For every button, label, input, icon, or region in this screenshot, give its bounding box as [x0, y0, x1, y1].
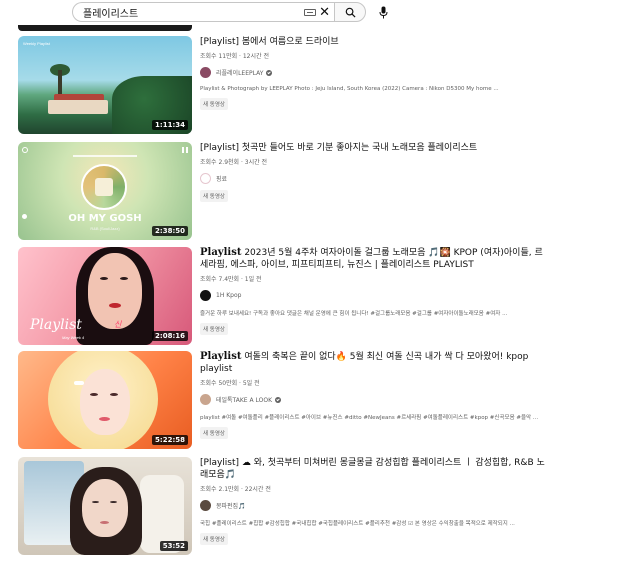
channel-name[interactable]: 몽파펀집🎵 — [216, 501, 246, 510]
verified-icon — [275, 396, 282, 403]
video-thumbnail[interactable]: Playlist 신 May Week 4 2:08:16 — [18, 247, 192, 345]
channel-avatar[interactable] — [200, 173, 211, 184]
channel-name[interactable]: 핑료 — [216, 174, 227, 183]
video-thumbnail[interactable]: OH MY GOSH R&B (Soul/Jazz) 2:38:50 — [18, 142, 192, 240]
thumbnail-art — [80, 369, 130, 435]
thumbnail-art — [73, 155, 137, 157]
verified-icon — [266, 69, 273, 76]
thumbnail-art — [120, 277, 128, 280]
video-title[interactable]: Playlist 여돌의 축복은 끝이 없다🔥 5월 최신 여돌 신곡 내가 싹… — [200, 351, 550, 375]
new-video-badge: 새 동영상 — [200, 323, 228, 335]
thumbnail-caption: Weekly Playlist — [23, 41, 50, 46]
video-description: 즐거운 하루 보내세요! 구독과 좋아요 댓글은 채널 운영에 큰 힘이 됩니다… — [200, 311, 508, 317]
search-icon — [345, 7, 356, 18]
video-thumbnail[interactable]: Weekly Playlist 1:11:34 — [18, 36, 192, 134]
previous-result-thumbnail-edge — [18, 25, 192, 31]
video-result[interactable]: 53:52 [Playlist] ☁ 와, 첫곡부터 미쳐버린 몽글몽글 감성힙… — [18, 457, 628, 557]
thumbnail-art — [100, 521, 109, 524]
keyboard-icon[interactable] — [304, 9, 316, 16]
thumbnail-art — [92, 501, 99, 503]
power-icon — [22, 147, 28, 153]
thumbnail-art — [95, 178, 113, 196]
new-video-badge: 새 동영상 — [200, 98, 228, 110]
thumbnail-art — [82, 479, 128, 537]
channel-avatar[interactable] — [200, 394, 211, 405]
video-title[interactable]: Playlist 2023년 5월 4주차 여자아이돌 걸그룹 노래모음 🎵🎇 … — [200, 247, 550, 271]
video-description: 국힙 #플레이리스트 #힙합 #감성힙합 #국내힙합 #국힙플레이리스트 #플리… — [200, 521, 515, 527]
search-input[interactable] — [83, 6, 283, 18]
video-result[interactable]: OH MY GOSH R&B (Soul/Jazz) 2:38:50 [Play… — [18, 142, 628, 242]
video-duration: 2:38:50 — [152, 226, 188, 236]
search-box[interactable]: ✕ — [72, 2, 334, 22]
video-thumbnail[interactable]: 53:52 — [18, 457, 192, 555]
video-meta: 조회수 50만회 · 5일 전 — [200, 380, 260, 387]
thumbnail-art — [74, 381, 84, 385]
video-info: [Playlist] ☁ 와, 첫곡부터 미쳐버린 몽글몽글 감성힙합 플레이리… — [200, 457, 550, 546]
channel-row[interactable]: 리플레이LEEPLAY — [200, 67, 550, 78]
channel-avatar[interactable] — [200, 500, 211, 511]
video-meta: 조회수 11만회 · 12시간 전 — [200, 53, 269, 60]
thumbnail-art — [48, 100, 108, 114]
new-video-badge: 새 동영상 — [200, 427, 228, 439]
voice-search-button[interactable] — [376, 4, 390, 20]
thumbnail-art — [110, 393, 118, 396]
search-bar: ✕ — [72, 2, 390, 22]
thumbnail-big-text: OH MY GOSH — [68, 213, 142, 224]
video-info: [Playlist] 봄에서 여름으로 드라이브 조회수 11만회 · 12시간… — [200, 36, 550, 111]
video-meta: 조회수 7.4만회 · 1일 전 — [200, 276, 262, 283]
microphone-icon — [379, 6, 387, 18]
channel-avatar[interactable] — [200, 290, 211, 301]
video-description: Playlist & Photograph by LEEPLAY Photo :… — [200, 86, 499, 92]
video-title[interactable]: [Playlist] 첫곡만 들어도 바로 기분 좋아지는 국내 노래모음 플레… — [200, 142, 550, 154]
video-duration: 5:22:58 — [152, 435, 188, 445]
video-meta: 조회수 2.1만회 · 22시간 전 — [200, 486, 271, 493]
thumbnail-script-text: Playlist — [30, 317, 82, 333]
channel-row[interactable]: 핑료 — [200, 173, 550, 184]
clear-icon[interactable]: ✕ — [319, 5, 330, 19]
channel-name[interactable]: 테일톡TAKE A LOOK — [216, 395, 272, 404]
thumbnail-art — [88, 253, 142, 329]
thumbnail-art — [109, 303, 121, 308]
channel-avatar[interactable] — [200, 67, 211, 78]
video-result[interactable]: Playlist 신 May Week 4 2:08:16 Playlist 2… — [18, 247, 628, 347]
share-icon — [22, 214, 27, 219]
video-duration: 2:08:16 — [152, 331, 188, 341]
search-button[interactable] — [334, 2, 366, 22]
video-meta: 조회수 2.9천회 · 3시간 전 — [200, 159, 268, 166]
video-result[interactable]: 5:22:58 Playlist 여돌의 축복은 끝이 없다🔥 5월 최신 여돌… — [18, 351, 628, 451]
channel-name[interactable]: 1H Kpop — [216, 292, 241, 299]
video-info: [Playlist] 첫곡만 들어도 바로 기분 좋아지는 국내 노래모음 플레… — [200, 142, 550, 203]
video-title[interactable]: [Playlist] 봄에서 여름으로 드라이브 — [200, 36, 550, 48]
equalizer-icon — [182, 147, 188, 153]
album-cover — [81, 164, 127, 210]
video-duration: 53:52 — [159, 541, 188, 551]
channel-name[interactable]: 리플레이LEEPLAY — [216, 68, 263, 77]
video-title[interactable]: [Playlist] ☁ 와, 첫곡부터 미쳐버린 몽글몽글 감성힙합 플레이리… — [200, 457, 550, 481]
new-video-badge: 새 동영상 — [200, 533, 228, 545]
thumbnail-art — [99, 417, 110, 421]
channel-row[interactable]: 몽파펀집🎵 — [200, 500, 550, 511]
video-info: Playlist 2023년 5월 4주차 여자아이돌 걸그룹 노래모음 🎵🎇 … — [200, 247, 550, 336]
new-video-badge: 새 동영상 — [200, 190, 228, 202]
video-result[interactable]: Weekly Playlist 1:11:34 [Playlist] 봄에서 여… — [18, 36, 628, 136]
thumbnail-script-text: 신 — [114, 320, 122, 329]
thumbnail-art — [100, 277, 108, 280]
thumbnail-art — [90, 393, 98, 396]
video-description: playlist #여돌 #여돌플리 #플레이리스트 #아이브 #뉴진스 #di… — [200, 415, 539, 421]
thumbnail-sub-text: May Week 4 — [62, 335, 85, 340]
video-duration: 1:11:34 — [152, 120, 188, 130]
channel-row[interactable]: 1H Kpop — [200, 290, 550, 301]
thumbnail-art — [110, 501, 117, 503]
video-thumbnail[interactable]: 5:22:58 — [18, 351, 192, 449]
channel-row[interactable]: 테일톡TAKE A LOOK — [200, 394, 550, 405]
video-info: Playlist 여돌의 축복은 끝이 없다🔥 5월 최신 여돌 신곡 내가 싹… — [200, 351, 550, 440]
